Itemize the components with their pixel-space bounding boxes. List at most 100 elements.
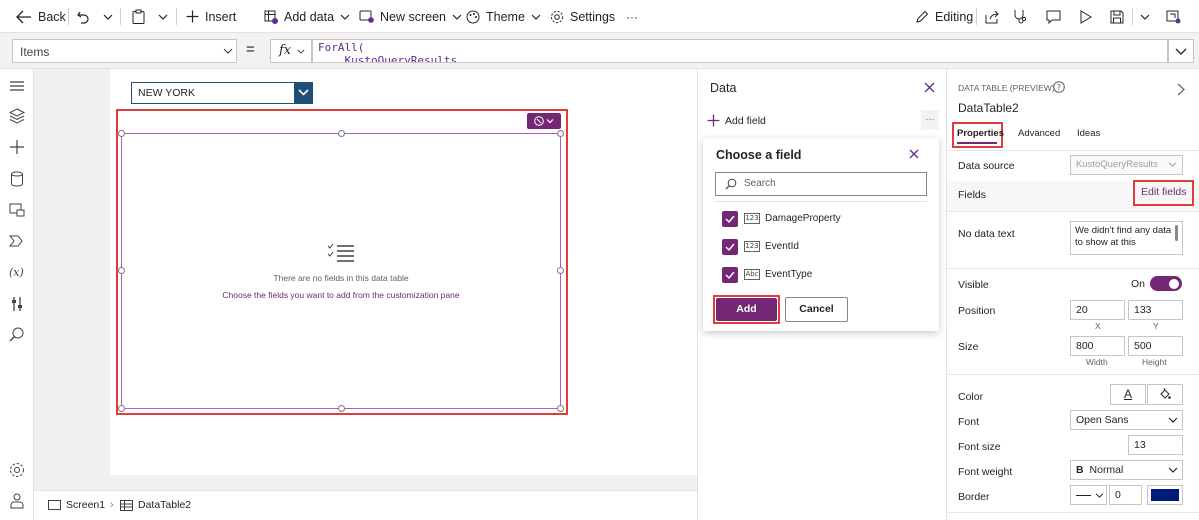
search-icon[interactable]: [8, 326, 26, 344]
new-screen-button[interactable]: New screen: [359, 0, 462, 33]
paste-button[interactable]: [132, 0, 145, 33]
cancel-button[interactable]: Cancel: [785, 297, 848, 322]
database-icon[interactable]: [8, 170, 26, 188]
border-color-button[interactable]: [1147, 485, 1183, 505]
data-table-control[interactable]: [121, 133, 561, 409]
formula-editor[interactable]: ForAll( KustoQueryResults: [312, 39, 1168, 63]
border-label: Border: [958, 491, 990, 503]
property-dropdown[interactable]: Items: [12, 39, 237, 63]
screen1-breadcrumb[interactable]: Screen1: [48, 499, 105, 511]
city-dropdown[interactable]: NEW YORK: [131, 82, 313, 104]
help-icon[interactable]: ?: [1053, 81, 1065, 93]
fill-color-button[interactable]: [1147, 384, 1183, 405]
divider: [120, 8, 121, 25]
font-color-glyph: A: [1123, 387, 1132, 401]
undo-menu-button[interactable]: [103, 0, 113, 33]
comments-button[interactable]: [1046, 0, 1061, 33]
toggle-knob: [1169, 278, 1179, 289]
back-button[interactable]: Back: [16, 0, 66, 33]
control-type-label: DATA TABLE (PREVIEW): [958, 83, 1055, 93]
chevron-right-icon[interactable]: [1177, 83, 1185, 96]
theme-button[interactable]: Theme: [466, 0, 541, 33]
paste-menu-button[interactable]: [158, 0, 168, 33]
chevron-down-icon: [158, 14, 168, 20]
height-input[interactable]: 500: [1128, 336, 1183, 356]
power-automate-icon[interactable]: [8, 232, 26, 250]
chevron-down-icon: [340, 14, 350, 20]
app-checker-button[interactable]: [1013, 0, 1027, 33]
tab-advanced[interactable]: Advanced: [1018, 128, 1060, 139]
position-y-input[interactable]: 133: [1128, 300, 1183, 320]
divider: [976, 8, 977, 25]
virtual-agent-icon[interactable]: [8, 492, 26, 510]
border-style-dropdown[interactable]: [1070, 485, 1107, 505]
command-bar: Back Insert Add data New screen Theme Se…: [0, 0, 1199, 33]
field-row[interactable]: Abc EventType: [703, 265, 939, 285]
fx-button[interactable]: fx: [270, 39, 312, 63]
field-checkbox[interactable]: [722, 211, 738, 227]
preview-button[interactable]: [1080, 0, 1092, 33]
comment-icon: [1046, 10, 1061, 24]
media-icon[interactable]: [8, 201, 26, 219]
resize-handle[interactable]: [118, 405, 125, 412]
empty-state-hint[interactable]: Choose the fields you want to add from t…: [121, 290, 561, 300]
field-row[interactable]: 123 DamageProperty: [703, 209, 939, 229]
datatable-breadcrumb[interactable]: DataTable2: [120, 499, 191, 511]
undo-button[interactable]: [76, 0, 90, 33]
divider: [947, 268, 1199, 269]
more-options-button[interactable]: ···: [921, 110, 939, 130]
advanced-tools-icon[interactable]: [8, 295, 26, 313]
paint-bucket-icon: [1160, 388, 1171, 399]
settings-gear-icon[interactable]: [8, 461, 26, 479]
copilot-button[interactable]: [527, 113, 561, 129]
tab-properties[interactable]: Properties: [957, 128, 1004, 139]
share-button[interactable]: [985, 0, 1000, 33]
expand-formula-button[interactable]: [1168, 39, 1194, 63]
insert-label: Insert: [205, 9, 237, 24]
text-color-button[interactable]: A: [1110, 384, 1146, 405]
add-button[interactable]: Add: [716, 298, 777, 321]
scrollbar[interactable]: [1175, 225, 1178, 241]
font-size-input[interactable]: 13: [1128, 435, 1183, 455]
edit-fields-link[interactable]: Edit fields: [1141, 186, 1187, 198]
resize-handle[interactable]: [118, 130, 125, 137]
data-source-dropdown[interactable]: KustoQueryResults: [1070, 155, 1183, 175]
plus-icon: [186, 10, 199, 23]
city-dropdown-button[interactable]: [294, 82, 313, 104]
insert-plus-icon[interactable]: [8, 138, 26, 156]
hamburger-menu-icon[interactable]: [8, 77, 26, 95]
more-button[interactable]: ···: [626, 0, 638, 33]
property-value: Items: [20, 45, 50, 59]
position-x-input[interactable]: 20: [1070, 300, 1125, 320]
tree-view-icon[interactable]: [8, 107, 26, 125]
resize-handle[interactable]: [557, 130, 564, 137]
field-checkbox[interactable]: [722, 267, 738, 283]
no-data-text-input[interactable]: We didn't find any data to show at this: [1070, 221, 1183, 255]
data-source-value: KustoQueryResults: [1076, 159, 1158, 170]
save-menu-button[interactable]: [1140, 0, 1150, 33]
resize-handle[interactable]: [338, 130, 345, 137]
insert-button[interactable]: Insert: [186, 0, 236, 33]
field-row[interactable]: 123 EventId: [703, 237, 939, 257]
add-data-button[interactable]: Add data: [264, 0, 350, 33]
resize-handle[interactable]: [338, 405, 345, 412]
publish-button[interactable]: [1166, 0, 1181, 33]
control-name[interactable]: DataTable2: [958, 101, 1019, 115]
field-search-input[interactable]: Search: [715, 172, 927, 196]
editing-button[interactable]: Editing: [915, 0, 973, 33]
variables-icon[interactable]: (x): [8, 263, 26, 281]
border-width-input[interactable]: 0: [1109, 485, 1142, 505]
font-dropdown[interactable]: Open Sans: [1070, 410, 1183, 430]
visible-toggle[interactable]: [1150, 276, 1182, 291]
no-data-text-value: We didn't find any data to show at this: [1075, 225, 1172, 248]
settings-button[interactable]: Settings: [550, 0, 615, 33]
resize-handle[interactable]: [557, 405, 564, 412]
font-weight-dropdown[interactable]: B Normal: [1070, 460, 1183, 480]
field-checkbox[interactable]: [722, 239, 738, 255]
add-field-button[interactable]: Add field: [707, 114, 766, 127]
width-input[interactable]: 800: [1070, 336, 1125, 356]
tab-ideas[interactable]: Ideas: [1077, 128, 1100, 139]
close-icon[interactable]: [909, 149, 919, 159]
save-button[interactable]: [1110, 0, 1124, 33]
close-icon[interactable]: [924, 82, 935, 93]
